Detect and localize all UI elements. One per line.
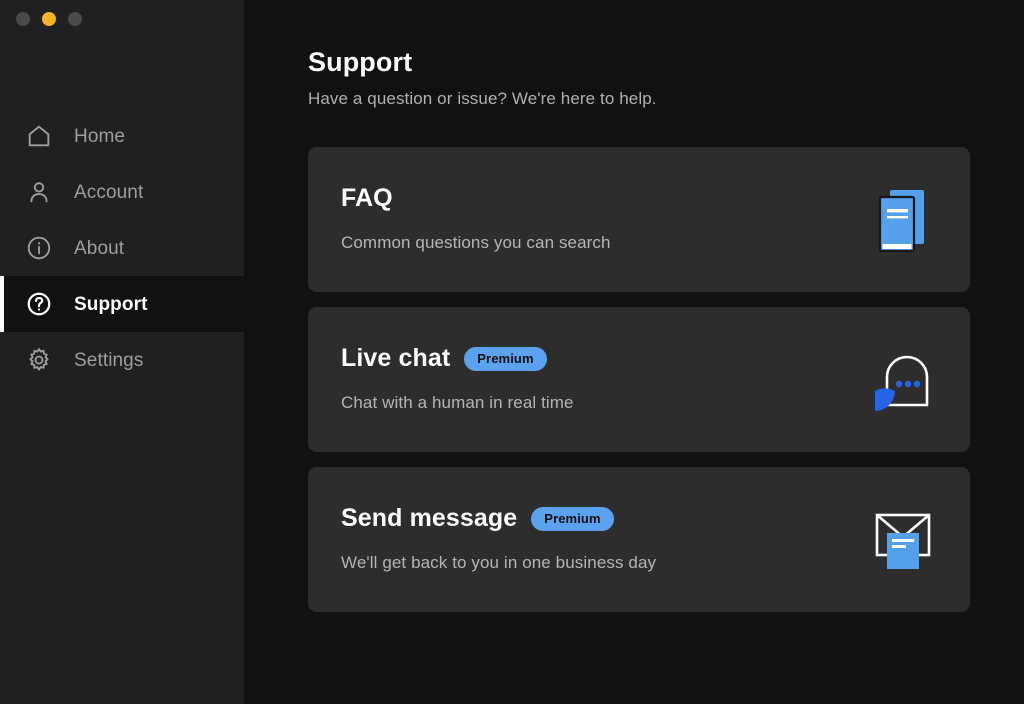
app-window: Home Account About Support Settings Supp… [0, 0, 1024, 704]
question-icon [24, 289, 54, 319]
support-options-list: FAQ Common questions you can search Live… [308, 147, 970, 613]
page-title: Support [308, 47, 413, 77]
sidebar-item-settings[interactable]: Settings [0, 332, 244, 388]
card-title-row: Live chat Premium [341, 345, 830, 373]
sidebar-item-label: Settings [74, 349, 144, 371]
card-title-row: FAQ [341, 185, 830, 213]
sidebar-item-label: Support [74, 293, 148, 315]
premium-badge: Premium [531, 506, 614, 531]
sidebar-nav: Home Account About Support Settings [0, 108, 244, 388]
envelope-icon [864, 501, 942, 579]
support-card-faq[interactable]: FAQ Common questions you can search [308, 147, 970, 293]
premium-badge: Premium [464, 346, 547, 371]
sidebar-item-home[interactable]: Home [0, 108, 244, 164]
card-description: We'll get back to you in one business da… [341, 552, 657, 572]
page-subtitle: Have a question or issue? We're here to … [308, 88, 657, 108]
info-icon [24, 233, 54, 263]
chat-bubble-icon [864, 341, 942, 419]
main-content: Support Have a question or issue? We're … [244, 0, 1024, 704]
card-description: Common questions you can search [341, 232, 611, 252]
person-icon [24, 177, 54, 207]
card-title: Live chat [341, 344, 451, 373]
support-card-live-chat[interactable]: Live chat Premium Chat with a human in r… [308, 307, 970, 453]
sidebar-item-about[interactable]: About [0, 220, 244, 276]
sidebar: Home Account About Support Settings [0, 0, 244, 704]
card-text: Send message Premium We'll get back to y… [341, 505, 830, 573]
card-title: Send message [341, 504, 518, 533]
minimize-button[interactable] [42, 12, 56, 26]
gear-icon [24, 345, 54, 375]
book-icon [864, 181, 942, 259]
sidebar-item-label: Home [74, 125, 126, 147]
card-description: Chat with a human in real time [341, 392, 574, 412]
card-title: FAQ [341, 184, 393, 213]
card-text: Live chat Premium Chat with a human in r… [341, 345, 830, 413]
close-button[interactable] [16, 12, 30, 26]
sidebar-item-label: Account [74, 181, 144, 203]
support-card-send-message[interactable]: Send message Premium We'll get back to y… [308, 467, 970, 613]
window-controls [16, 12, 82, 26]
sidebar-item-label: About [74, 237, 125, 259]
card-title-row: Send message Premium [341, 505, 830, 533]
home-icon [24, 121, 54, 151]
maximize-button[interactable] [68, 12, 82, 26]
sidebar-item-support[interactable]: Support [0, 276, 244, 332]
sidebar-item-account[interactable]: Account [0, 164, 244, 220]
card-text: FAQ Common questions you can search [341, 185, 830, 253]
